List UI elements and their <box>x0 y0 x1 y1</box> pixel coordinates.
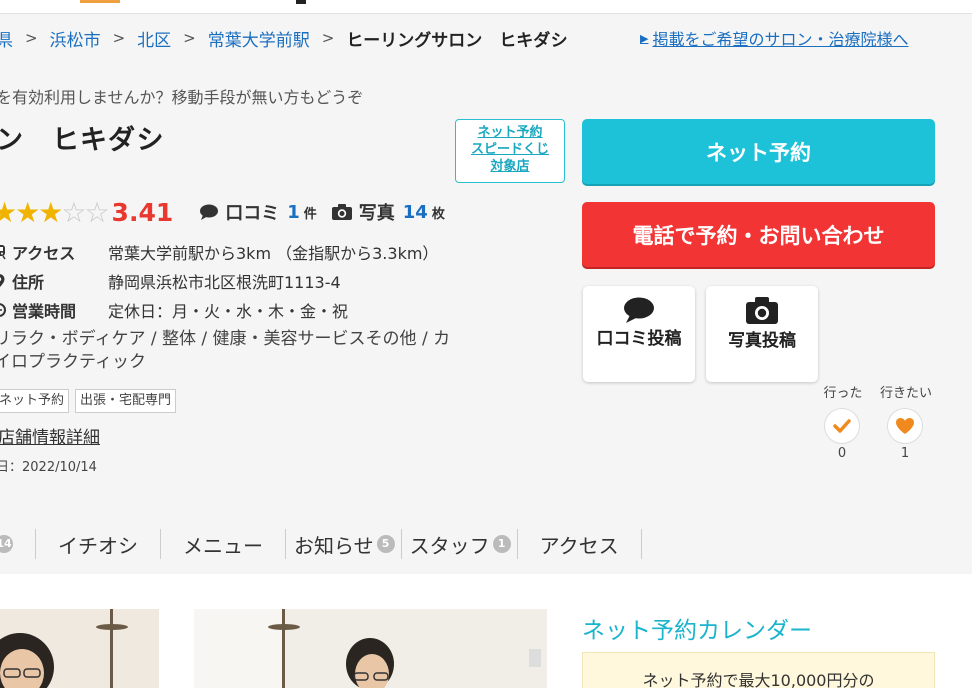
breadcrumb-separator: > <box>112 29 126 47</box>
net-reserve-button[interactable]: ネット予約 <box>582 119 935 184</box>
access-row: アクセス 常葉大学前駅から3km （金指駅から3.3km） <box>0 240 438 264</box>
tag-list: ネット予約 出張・宅配専門 <box>0 389 177 413</box>
camera-icon <box>746 297 778 324</box>
access-label: アクセス <box>12 244 76 263</box>
hours-label: 営業時間 <box>12 302 77 321</box>
shop-tabs: 14 イチオシ メニュー お知らせ 5 スタッフ 1 アクセス <box>0 524 642 564</box>
breadcrumb-ward[interactable]: 北区 <box>137 26 171 51</box>
tab-label: スタッフ <box>409 533 490 558</box>
rating-score: 3.41 <box>111 197 174 227</box>
clock-icon <box>0 303 6 317</box>
salon-photo-treatment <box>194 609 547 688</box>
global-header-strip <box>0 0 972 14</box>
went-button[interactable] <box>824 408 860 444</box>
tab-label: メニュー <box>183 533 263 558</box>
star-filled-icon: ★ <box>15 195 40 229</box>
catch-copy: を有効利用しませんか？移動手段が無い方もどうぞ <box>0 88 364 107</box>
post-photo-label: 写真投稿 <box>728 331 796 351</box>
review-link[interactable]: 口コミ <box>225 199 279 225</box>
tab-recommend[interactable]: イチオシ <box>36 529 161 559</box>
address-label: 住所 <box>12 273 45 292</box>
tab-label: アクセス <box>539 533 619 558</box>
speech-bubble-icon <box>200 204 219 220</box>
breadcrumb-city[interactable]: 浜松市 <box>50 26 101 51</box>
tab-news[interactable]: お知らせ 5 <box>286 529 402 559</box>
shop-detail-link[interactable]: 店舗情報詳細 <box>0 423 100 448</box>
went-count: 0 <box>837 446 847 461</box>
star-rating: ★★★☆☆ <box>0 195 110 229</box>
hours-row: 営業時間 定休日：月・火・水・木・金・祝 <box>0 298 348 322</box>
breadcrumb-separator: > <box>183 29 196 47</box>
tab-staff[interactable]: スタッフ 1 <box>402 529 518 559</box>
access-value: 常葉大学前駅から3km （金指駅から3.3km） <box>108 244 439 263</box>
breadcrumb-station[interactable]: 常葉大学前駅 <box>208 26 310 51</box>
genre-list: リラク・ボディケア / 整体 / 健康・美容サービスその他 / カイロプラクティ… <box>0 329 451 372</box>
tab-label: イチオシ <box>58 533 138 558</box>
review-unit: 件 <box>303 206 317 222</box>
salon-name: ン ヒキダシ <box>0 125 165 156</box>
star-empty-icon: ☆ <box>84 195 109 229</box>
check-icon <box>833 419 851 433</box>
tab-menu[interactable]: メニュー <box>161 529 286 559</box>
photo-link[interactable]: 写真 <box>359 199 395 225</box>
address-row: 住所 静岡県浜松市北区根洗町1113-4 <box>0 269 341 293</box>
post-review-button[interactable]: 口コミ投稿 <box>583 286 695 382</box>
speed-lottery-badge[interactable]: ネット予約 スピードくじ 対象店 <box>455 119 565 183</box>
publish-request-link[interactable]: ▶ 掲載をご希望のサロン・治療院様へ <box>640 26 908 50</box>
star-empty-icon: ☆ <box>61 195 86 229</box>
reservation-calendar-notice: ネット予約で最大10,000円分の <box>582 652 935 688</box>
review-count: 1 <box>287 201 300 223</box>
want-count: 1 <box>900 446 910 461</box>
speed-badge-line: スピードくじ <box>470 142 549 157</box>
heart-icon <box>896 418 914 434</box>
phone-reserve-button[interactable]: 電話で予約・お問い合わせ <box>582 202 935 267</box>
salon-photo-staff <box>0 609 159 688</box>
salon-photo[interactable] <box>194 609 547 688</box>
star-filled-icon: ★ <box>38 195 63 229</box>
update-date: 日：2022/10/14 <box>0 460 97 475</box>
tab-label: お知らせ <box>294 533 374 558</box>
tag-net-reserve: ネット予約 <box>0 389 70 413</box>
tab-photos[interactable]: 14 <box>0 529 36 559</box>
want-label: 行きたい <box>879 386 932 401</box>
post-photo-button[interactable]: 写真投稿 <box>706 286 818 382</box>
hours-value: 定休日：月・火・水・木・金・祝 <box>108 302 349 321</box>
map-pin-icon <box>0 274 5 288</box>
breadcrumb-prefecture[interactable]: 県 <box>0 26 13 51</box>
rating-row: ★★★☆☆ 3.41 口コミ 1 件 写真 14 枚 <box>0 195 445 229</box>
want-button[interactable] <box>887 408 923 444</box>
tab-badge: 14 <box>0 535 13 553</box>
star-filled-icon: ★ <box>0 195 17 229</box>
tab-badge: 1 <box>492 535 511 553</box>
speed-badge-line: 対象店 <box>490 159 530 174</box>
address-value: 静岡県浜松市北区根洗町1113-4 <box>108 273 341 292</box>
breadcrumb-separator: > <box>25 29 38 47</box>
speed-badge-line: ネット予約 <box>477 125 543 140</box>
reservation-calendar-title: ネット予約カレンダー <box>582 618 812 644</box>
went-label: 行った <box>823 386 863 401</box>
breadcrumb-separator: > <box>321 29 335 47</box>
tag-delivery: 出張・宅配専門 <box>75 389 177 413</box>
post-review-label: 口コミ投稿 <box>596 329 682 349</box>
triangle-right-icon: ▶ <box>640 31 649 45</box>
breadcrumb-current: ヒーリングサロン ヒキダシ <box>346 30 568 51</box>
train-icon <box>0 245 6 260</box>
photo-count: 14 <box>402 201 428 223</box>
tab-badge: 5 <box>376 535 395 553</box>
tab-access[interactable]: アクセス <box>518 529 642 559</box>
photo-unit: 枚 <box>431 206 445 222</box>
publish-request-label: 掲載をご希望のサロン・治療院様へ <box>652 30 909 49</box>
camera-icon <box>331 204 352 220</box>
salon-photo[interactable] <box>0 609 159 688</box>
breadcrumb: 県 > 浜松市 > 北区 > 常葉大学前駅 > ヒーリングサロン ヒキダシ <box>0 26 568 51</box>
speech-bubble-icon <box>624 297 654 323</box>
